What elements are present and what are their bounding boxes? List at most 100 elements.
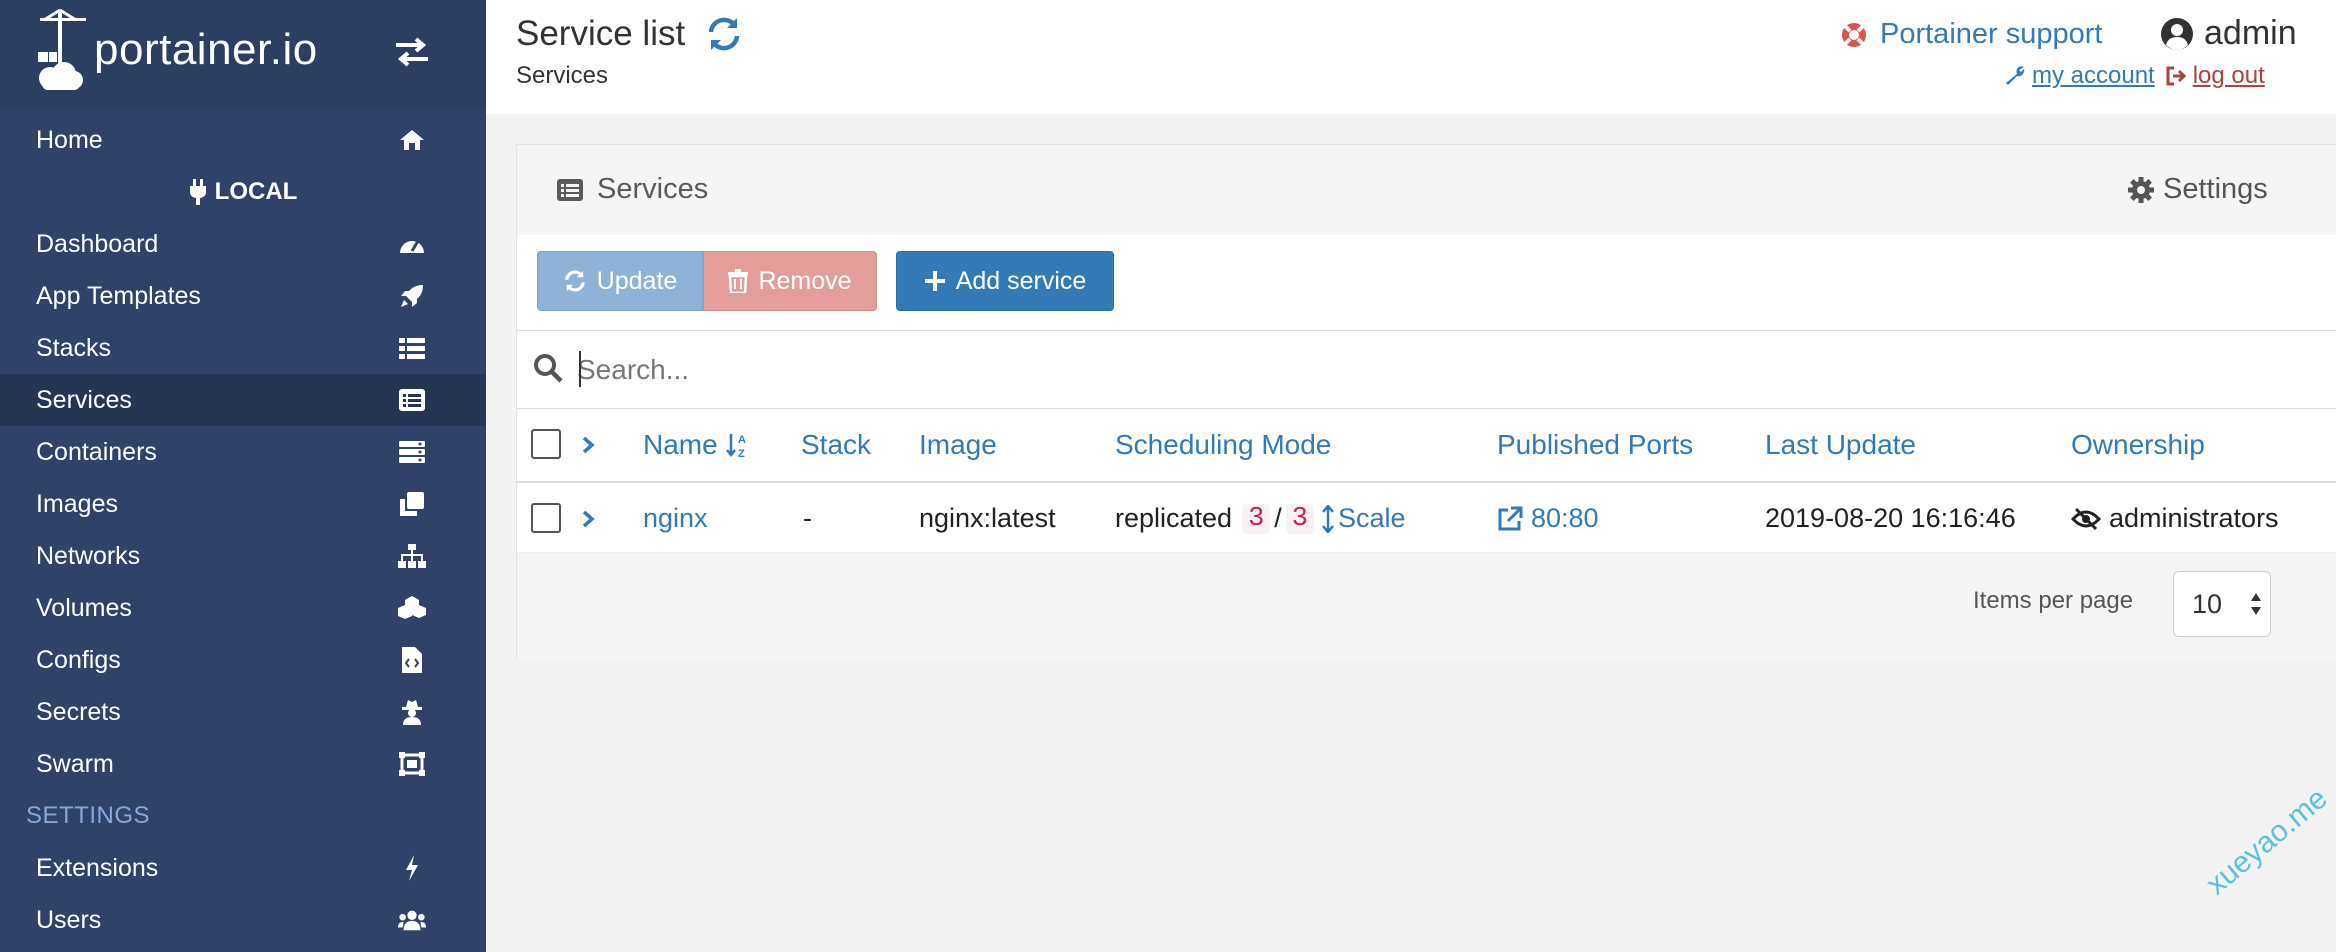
sidebar-item-networks[interactable]: Networks <box>0 530 486 582</box>
account-links: my account log out <box>2004 62 2265 90</box>
my-account-label: my account <box>2032 62 2155 89</box>
page-header: Service list Services Portainer support … <box>486 0 2336 114</box>
page-title: Service list <box>516 14 686 53</box>
expand-row-chevron-icon[interactable] <box>581 509 595 529</box>
service-ownership: administrators <box>2071 503 2279 534</box>
column-header-scheduling-mode[interactable]: Scheduling Mode <box>1115 429 1331 461</box>
column-header-stack[interactable]: Stack <box>801 429 871 461</box>
update-button[interactable]: Update <box>537 251 703 311</box>
items-per-page-label: Items per page <box>1973 587 2134 614</box>
scale-button[interactable]: Scale <box>1322 503 1406 534</box>
sidebar-item-images[interactable]: Images <box>0 478 486 530</box>
sidebar-toggle-icon[interactable] <box>392 32 432 72</box>
add-service-button[interactable]: Add service <box>896 251 1114 311</box>
items-per-page-select[interactable]: 10 <box>2173 571 2271 637</box>
log-out-link[interactable]: log out <box>2165 62 2265 90</box>
sidebar-item-secrets[interactable]: Secrets <box>0 686 486 738</box>
file-code-icon <box>398 647 426 673</box>
desired-tasks-count: 3 <box>1285 503 1314 534</box>
port-label: 80:80 <box>1531 503 1599 533</box>
sidebar-item-volumes[interactable]: Volumes <box>0 582 486 634</box>
sidebar-item-extensions[interactable]: Extensions <box>0 842 486 894</box>
sidebar-settings-heading: SETTINGS <box>26 802 151 829</box>
column-header-last-update[interactable]: Last Update <box>1765 429 1916 461</box>
update-label: Update <box>596 266 678 295</box>
panel-title: Services <box>597 173 709 205</box>
bolt-icon <box>398 855 426 881</box>
home-icon <box>398 127 426 153</box>
search-input[interactable] <box>577 345 2277 395</box>
sidebar: portainer.io Home LOCAL Dashboard App Te… <box>0 0 486 952</box>
select-arrows-icon <box>2251 593 2261 615</box>
support-label: Portainer support <box>1880 18 2103 50</box>
service-name-link[interactable]: nginx <box>643 503 708 534</box>
column-header-published-ports[interactable]: Published Ports <box>1497 429 1693 461</box>
sidebar-item-swarm[interactable]: Swarm <box>0 738 486 790</box>
add-service-label: Add service <box>955 266 1087 295</box>
column-header-ownership[interactable]: Ownership <box>2071 429 2205 461</box>
service-stack: - <box>803 503 812 533</box>
cubes-icon <box>398 595 426 621</box>
object-group-icon <box>398 751 426 777</box>
sidebar-item-services[interactable]: Services <box>0 374 486 426</box>
select-all-checkbox[interactable] <box>531 429 561 459</box>
row-checkbox[interactable] <box>531 503 561 533</box>
sync-icon <box>564 270 585 292</box>
sidebar-item-app-templates[interactable]: App Templates <box>0 270 486 322</box>
service-scheduling-mode: replicated 3 / 3 Scale <box>1115 503 1406 534</box>
clone-icon <box>398 491 426 517</box>
sidebar-item-users[interactable]: Users <box>0 894 486 946</box>
table-row: nginx - nginx:latest replicated 3 / 3 Sc… <box>517 483 2336 553</box>
column-header-image[interactable]: Image <box>919 429 997 461</box>
main-content: Services Settings Update Remove Add serv… <box>486 114 2336 952</box>
remove-button[interactable]: Remove <box>703 251 877 311</box>
svg-text:A: A <box>738 434 746 446</box>
tachometer-icon <box>398 231 426 257</box>
sidebar-item-stacks[interactable]: Stacks <box>0 322 486 374</box>
settings-label: Settings <box>2163 173 2268 205</box>
brand-name: portainer.io <box>94 25 318 74</box>
sidebar-item-dashboard[interactable]: Dashboard <box>0 218 486 270</box>
column-header-label: Name <box>643 429 718 460</box>
sign-out-icon <box>2166 66 2186 86</box>
refresh-icon[interactable] <box>705 15 743 53</box>
service-last-update: 2019-08-20 16:16:46 <box>1765 503 2016 533</box>
services-panel: Services Settings Update Remove Add serv… <box>516 144 2336 659</box>
wrench-icon <box>2006 66 2025 85</box>
sitemap-icon <box>398 543 426 569</box>
rocket-icon <box>398 283 426 309</box>
column-header-name[interactable]: Name A Z <box>643 429 750 461</box>
published-port-link[interactable]: 80:80 <box>1497 503 1599 534</box>
search-bar <box>517 331 2336 409</box>
plug-icon <box>189 179 206 205</box>
portainer-support-link[interactable]: Portainer support <box>1840 18 2102 51</box>
my-account-link[interactable]: my account <box>2004 62 2155 90</box>
list-icon <box>398 335 426 361</box>
sidebar-item-home[interactable]: Home <box>0 114 486 166</box>
arrows-v-icon <box>1322 504 1334 533</box>
sidebar-brand: portainer.io <box>0 0 486 108</box>
sidebar-endpoint: LOCAL <box>0 166 486 218</box>
sidebar-item-containers[interactable]: Containers <box>0 426 486 478</box>
portainer-crane-icon <box>38 8 86 90</box>
table-actions: Update Remove Add service <box>517 235 2336 331</box>
table-settings-button[interactable]: Settings <box>2127 173 2268 206</box>
server-icon <box>398 439 426 465</box>
sort-alpha-down-icon: A Z <box>725 434 746 458</box>
expand-all-chevron-icon[interactable] <box>581 435 595 455</box>
users-icon <box>398 907 426 933</box>
ownership-label: administrators <box>2109 503 2279 533</box>
user-secret-icon <box>398 699 426 725</box>
search-icon <box>534 354 563 383</box>
life-ring-icon <box>1842 22 1866 47</box>
list-alt-icon <box>557 178 583 201</box>
breadcrumb: Services <box>516 62 609 89</box>
log-out-label: log out <box>2192 62 2265 89</box>
username: admin <box>2204 14 2297 52</box>
sidebar-item-configs[interactable]: Configs <box>0 634 486 686</box>
remove-label: Remove <box>758 266 852 295</box>
page-title-wrap: Service list <box>516 14 743 54</box>
portainer-logo[interactable]: portainer.io <box>34 8 318 92</box>
table-header: Name A Z Stack Image Scheduling Mode Pub… <box>517 409 2336 483</box>
gear-icon <box>2128 176 2154 203</box>
